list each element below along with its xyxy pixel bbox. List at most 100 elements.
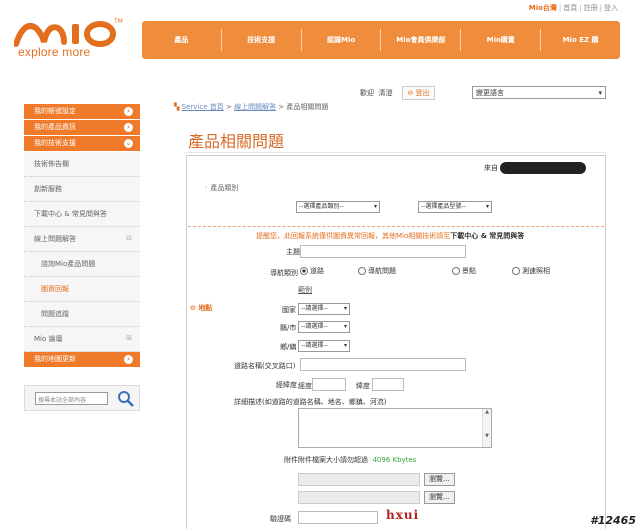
main-nav: 產品 技術支援 認識Mio Mio會員俱樂部 Mio購賣 Mio EZ 購 bbox=[142, 21, 620, 59]
radio-speed[interactable]: 測速照相 bbox=[512, 266, 550, 276]
radio-nav-label: 導航問題 bbox=[368, 267, 396, 275]
subject-input[interactable] bbox=[300, 245, 466, 258]
expand-icon[interactable]: ⊞ bbox=[126, 334, 132, 342]
town-select[interactable]: --請選擇-- ▾ bbox=[298, 340, 350, 352]
chevron-down-icon: ▾ bbox=[485, 203, 489, 210]
sidebar-item-label: 我的產品資訊 bbox=[34, 123, 76, 131]
sidebar-map-update[interactable]: 我的地圖更新 › bbox=[24, 352, 140, 367]
mio-logo[interactable]: TM explore more bbox=[13, 14, 126, 64]
welcome-text: 歡迎 bbox=[360, 89, 374, 97]
divider bbox=[188, 226, 604, 227]
browse-button-1[interactable]: 瀏覽... bbox=[424, 473, 455, 486]
description-textarea[interactable]: ▲ ▼ bbox=[298, 408, 492, 448]
collapse-icon[interactable]: ⊟ bbox=[126, 234, 132, 242]
breadcrumb-home[interactable]: Service 首頁 bbox=[182, 103, 224, 111]
example-link[interactable]: 範例 bbox=[298, 285, 312, 295]
coords-label: 經緯度 bbox=[276, 381, 297, 389]
home-link[interactable]: 首頁 bbox=[563, 4, 577, 12]
address-tag: 地點 bbox=[190, 303, 212, 313]
chevron-down-icon: ▾ bbox=[598, 88, 602, 97]
sidebar-item-download-faq[interactable]: 下載中心 & 常見問與答 bbox=[24, 202, 140, 227]
lng-input[interactable] bbox=[312, 378, 346, 391]
sidebar-search-input[interactable]: 搜尋本站全部內容 bbox=[35, 392, 108, 405]
country-select-value: --請選擇-- bbox=[301, 305, 328, 312]
browse-button-2[interactable]: 瀏覽... bbox=[424, 491, 455, 504]
nav-club[interactable]: Mio會員俱樂部 bbox=[381, 29, 462, 51]
scrollbar[interactable]: ▲ ▼ bbox=[482, 409, 491, 447]
search-icon[interactable] bbox=[117, 390, 135, 408]
sidebar-item-label: 線上問題解答 bbox=[34, 235, 76, 243]
captcha-image: hxui bbox=[386, 508, 420, 522]
subject-label: 主題 bbox=[286, 248, 300, 256]
lat-input[interactable] bbox=[372, 378, 404, 391]
category-select[interactable]: --選擇產品類別-- ▾ bbox=[296, 201, 380, 213]
city-select[interactable]: --請選擇-- ▾ bbox=[298, 321, 350, 333]
radio-poi-label: 景點 bbox=[462, 267, 476, 275]
title-divider bbox=[184, 152, 606, 153]
sidebar-item-mio-club[interactable]: Mio 論壇 ⊞ bbox=[24, 327, 140, 352]
road-input[interactable] bbox=[300, 358, 466, 371]
road-label: 道路名稱(交叉路口) bbox=[234, 362, 296, 370]
arrow-right-icon: › bbox=[124, 355, 133, 364]
nav-type-label: 導航類別 bbox=[270, 269, 298, 277]
sidebar-item-map-report[interactable]: 圖資回報 bbox=[24, 277, 140, 302]
radio-nav[interactable]: 導航問題 bbox=[358, 266, 396, 276]
redacted-email bbox=[500, 162, 586, 174]
arrow-right-icon: › bbox=[124, 107, 133, 116]
notice-link[interactable]: 下載中心 & 常見問與答 bbox=[450, 232, 524, 240]
radio-road[interactable]: 道路 bbox=[300, 266, 324, 276]
sidebar-my-products[interactable]: 我的產品資訊 › bbox=[24, 120, 140, 135]
sidebar-item-label: 我的地圖更新 bbox=[34, 355, 76, 363]
country-label: 國家 bbox=[282, 306, 296, 314]
nav-products[interactable]: 產品 bbox=[142, 29, 222, 51]
sidebar-item-ask-product[interactable]: 諮詢Mio產品問題 bbox=[24, 252, 140, 277]
nav-shop[interactable]: Mio購賣 bbox=[461, 29, 542, 51]
breadcrumb-online[interactable]: 線上問題解答 bbox=[234, 103, 276, 111]
sidebar-item-label: 我的技術支援 bbox=[34, 139, 76, 147]
town-select-value: --請選擇-- bbox=[301, 342, 328, 349]
country-select[interactable]: --請選擇-- ▾ bbox=[298, 303, 350, 315]
upload-note: 附件附件檔案大小請勿超過 4096 Kbytes bbox=[284, 455, 416, 465]
lng-label: 經度 bbox=[298, 382, 312, 390]
chevron-down-icon: ▾ bbox=[343, 342, 347, 349]
category-select-value: --選擇產品類別-- bbox=[299, 203, 344, 210]
town-label: 鄉/鎮 bbox=[280, 343, 297, 351]
model-select[interactable]: --選擇產品型號-- ▾ bbox=[418, 201, 492, 213]
logout-button[interactable]: 登出 bbox=[402, 86, 435, 100]
radio-poi[interactable]: 景點 bbox=[452, 266, 476, 276]
sidebar-my-support[interactable]: 我的技術支援 ⌄ bbox=[24, 136, 140, 151]
sidebar-item-tech-news[interactable]: 技術佈告欄 bbox=[24, 152, 140, 177]
language-select[interactable]: 變更語言 ▾ bbox=[472, 86, 606, 99]
chevron-down-icon: ▾ bbox=[373, 203, 377, 210]
region-link[interactable]: Mio台灣 bbox=[529, 4, 557, 12]
svg-text:TM: TM bbox=[113, 18, 123, 25]
notice-text: 提醒您，此回報系統僅供圖資異常回報，其他Mio相關技術請至下載中心 & 常見問與… bbox=[256, 231, 524, 241]
captcha-input[interactable] bbox=[298, 511, 378, 524]
arrow-down-icon: ⌄ bbox=[124, 139, 133, 148]
sidebar-item-online-faq[interactable]: 線上問題解答 ⊟ bbox=[24, 227, 140, 252]
logo-tagline: explore more bbox=[18, 45, 91, 59]
sidebar-item-label: Mio 論壇 bbox=[34, 335, 63, 343]
page-title: 產品相關問題 bbox=[188, 132, 285, 151]
nav-about[interactable]: 認識Mio bbox=[302, 29, 382, 51]
chevron-down-icon: ▾ bbox=[343, 305, 347, 312]
upload-note-text: 附件附件檔案大小請勿超過 bbox=[284, 456, 368, 464]
upload-size: 4096 Kbytes bbox=[372, 456, 417, 464]
sidebar-search-box: 搜尋本站全部內容 bbox=[24, 385, 140, 411]
captcha-label: 驗證碼 bbox=[270, 515, 291, 523]
sidebar-item-history[interactable]: 問題追蹤 bbox=[24, 302, 140, 327]
radio-nav-dot bbox=[358, 267, 366, 275]
sidebar-item-repair[interactable]: 創新服務 bbox=[24, 177, 140, 202]
description-label: 詳細描述(如道路的道路名稱、地名、鄉鎮、河流) bbox=[234, 398, 387, 406]
user-name: 清澄 bbox=[378, 89, 393, 97]
nav-ez-shop[interactable]: Mio EZ 購 bbox=[541, 29, 620, 51]
sidebar-my-settings[interactable]: 我的帳號設定 › bbox=[24, 104, 140, 119]
register-link[interactable]: 註冊 bbox=[584, 4, 598, 12]
breadcrumb: ▚ Service 首頁 > 線上問題解答 > 產品相關問題 bbox=[174, 103, 329, 111]
file-input-2[interactable] bbox=[298, 491, 420, 504]
user-bar: 歡迎 清澄 登出 bbox=[360, 86, 435, 100]
file-input-1[interactable] bbox=[298, 473, 420, 486]
login-link[interactable]: 登入 bbox=[604, 4, 618, 12]
sidebar: 我的帳號設定 › 我的產品資訊 › 我的技術支援 ⌄ 技術佈告欄 創新服務 下載中心 … bbox=[24, 104, 140, 368]
nav-support[interactable]: 技術支援 bbox=[222, 29, 302, 51]
